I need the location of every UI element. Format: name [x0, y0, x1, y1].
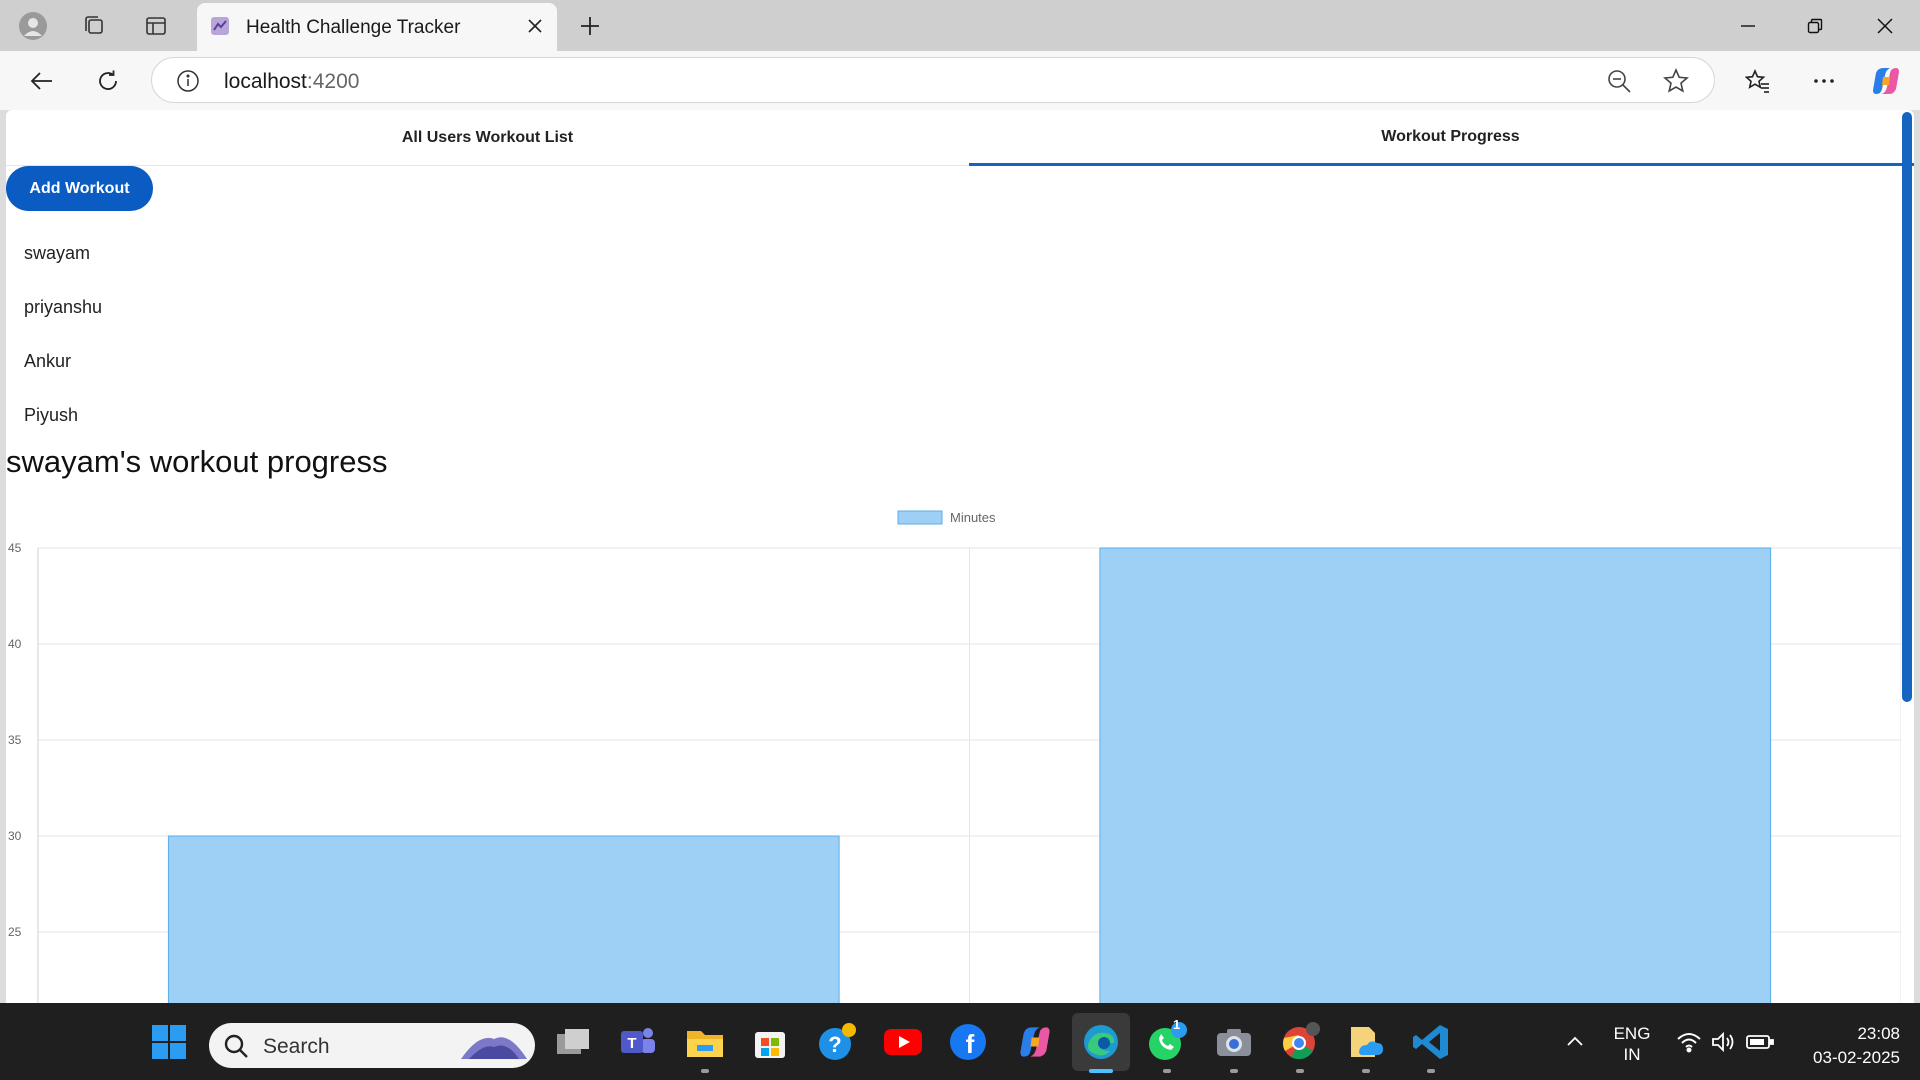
user-list: swayam priyanshu Ankur Piyush [24, 226, 102, 442]
youtube-icon[interactable] [882, 1021, 924, 1063]
svg-text:T: T [627, 1035, 636, 1052]
copilot-app-icon[interactable] [1014, 1021, 1056, 1063]
user-item-swayam[interactable]: swayam [24, 226, 102, 280]
vscode-icon[interactable] [1410, 1021, 1452, 1063]
chrome-icon[interactable] [1279, 1021, 1321, 1063]
language-label: ENG [1613, 1024, 1651, 1043]
clock[interactable]: 23:08 03-02-2025 [1790, 1022, 1900, 1070]
chart-bar [1099, 547, 1772, 1003]
tab-close-icon[interactable] [523, 14, 547, 38]
favorites-icon[interactable] [1740, 63, 1776, 99]
camera-icon[interactable] [1213, 1021, 1255, 1063]
show-hidden-icons-icon[interactable] [1554, 1021, 1596, 1063]
chart-y-tick-label: 45 [8, 541, 22, 555]
search-placeholder: Search [263, 1035, 330, 1058]
minimize-icon[interactable] [1718, 6, 1778, 46]
browser-toolbar: localhost:4200 [0, 51, 1920, 110]
browser-tab-active[interactable]: Health Challenge Tracker [197, 3, 557, 51]
taskbar: Search T ? f 1 ENG IN 23:08 03-02-2025 [0, 1003, 1920, 1080]
browser-tabstrip: Health Challenge Tracker [0, 0, 1920, 51]
app-tab-bar: All Users Workout List Workout Progress [6, 110, 1914, 166]
tab-actions-icon[interactable] [140, 10, 172, 42]
favorite-star-icon[interactable] [1663, 68, 1689, 94]
chart-y-tick-label: 35 [8, 733, 22, 747]
user-item-piyush[interactable]: Piyush [24, 388, 102, 442]
task-view-icon[interactable] [552, 1021, 594, 1063]
url-host: localhost [224, 70, 307, 93]
chart-legend-label: Minutes [950, 510, 996, 525]
windows-start-icon[interactable] [148, 1021, 190, 1063]
search-highlight-icon [459, 1029, 529, 1068]
chart-y-tick-label: 40 [8, 637, 22, 651]
running-indicator [1296, 1069, 1304, 1073]
copilot-icon[interactable] [1868, 63, 1904, 99]
running-indicator [1230, 1069, 1238, 1073]
chart-y-tick-label: 30 [8, 829, 22, 843]
progress-title: swayam's workout progress [6, 444, 388, 479]
workout-progress-chart: 45 40 35 30 25 Minutes [8, 510, 1901, 1003]
page-viewport: All Users Workout List Workout Progress … [6, 110, 1914, 1003]
url-text: localhost:4200 [224, 70, 359, 94]
battery-icon[interactable] [1739, 1021, 1781, 1063]
close-window-icon[interactable] [1855, 6, 1915, 46]
chart-legend-swatch [897, 510, 943, 525]
edge-icon[interactable] [1080, 1021, 1122, 1063]
page-scrollbar[interactable] [1902, 112, 1912, 702]
workspaces-icon[interactable] [77, 10, 109, 42]
site-info-icon[interactable] [176, 69, 200, 93]
svg-text:?: ? [828, 1032, 841, 1057]
tab-workout-progress[interactable]: Workout Progress [969, 110, 1914, 166]
language-indicator[interactable]: ENG IN [1607, 1023, 1657, 1065]
user-item-ankur[interactable]: Ankur [24, 334, 102, 388]
back-icon[interactable] [24, 63, 60, 99]
user-item-priyanshu[interactable]: priyanshu [24, 280, 102, 334]
chart-y-tick-label: 25 [8, 925, 22, 939]
tab-title: Health Challenge Tracker [246, 17, 461, 38]
facebook-icon[interactable]: f [947, 1021, 989, 1063]
svg-text:f: f [966, 1029, 975, 1059]
chart-bar [167, 835, 840, 1003]
help-icon[interactable]: ? [816, 1021, 858, 1063]
new-tab-icon[interactable] [574, 10, 606, 42]
clock-date: 03-02-2025 [1813, 1048, 1900, 1067]
more-options-icon[interactable] [1806, 63, 1842, 99]
search-icon [223, 1033, 249, 1064]
teams-icon[interactable]: T [617, 1021, 659, 1063]
profile-icon[interactable] [17, 10, 49, 42]
whatsapp-badge: 1 [1173, 1017, 1181, 1032]
file-explorer-icon[interactable] [684, 1021, 726, 1063]
clock-time: 23:08 [1857, 1024, 1900, 1043]
zoom-out-icon[interactable] [1606, 68, 1632, 94]
restore-icon[interactable] [1785, 6, 1845, 46]
taskbar-search[interactable]: Search [209, 1023, 535, 1068]
url-port: :4200 [306, 70, 360, 93]
app-favicon-icon [209, 15, 231, 37]
active-app-indicator [1089, 1069, 1113, 1073]
running-indicator [1362, 1069, 1370, 1073]
address-bar[interactable]: localhost:4200 [151, 57, 1715, 103]
running-indicator [701, 1069, 709, 1073]
add-workout-button[interactable]: Add Workout [6, 166, 153, 211]
microsoft-store-icon[interactable] [749, 1021, 791, 1063]
running-indicator [1163, 1069, 1171, 1073]
whatsapp-icon[interactable]: 1 [1146, 1017, 1188, 1063]
folder-cloud-icon[interactable] [1345, 1021, 1387, 1063]
refresh-icon[interactable] [90, 63, 126, 99]
running-indicator [1427, 1069, 1435, 1073]
region-label: IN [1623, 1045, 1641, 1064]
tab-all-users-workout-list[interactable]: All Users Workout List [6, 110, 969, 166]
